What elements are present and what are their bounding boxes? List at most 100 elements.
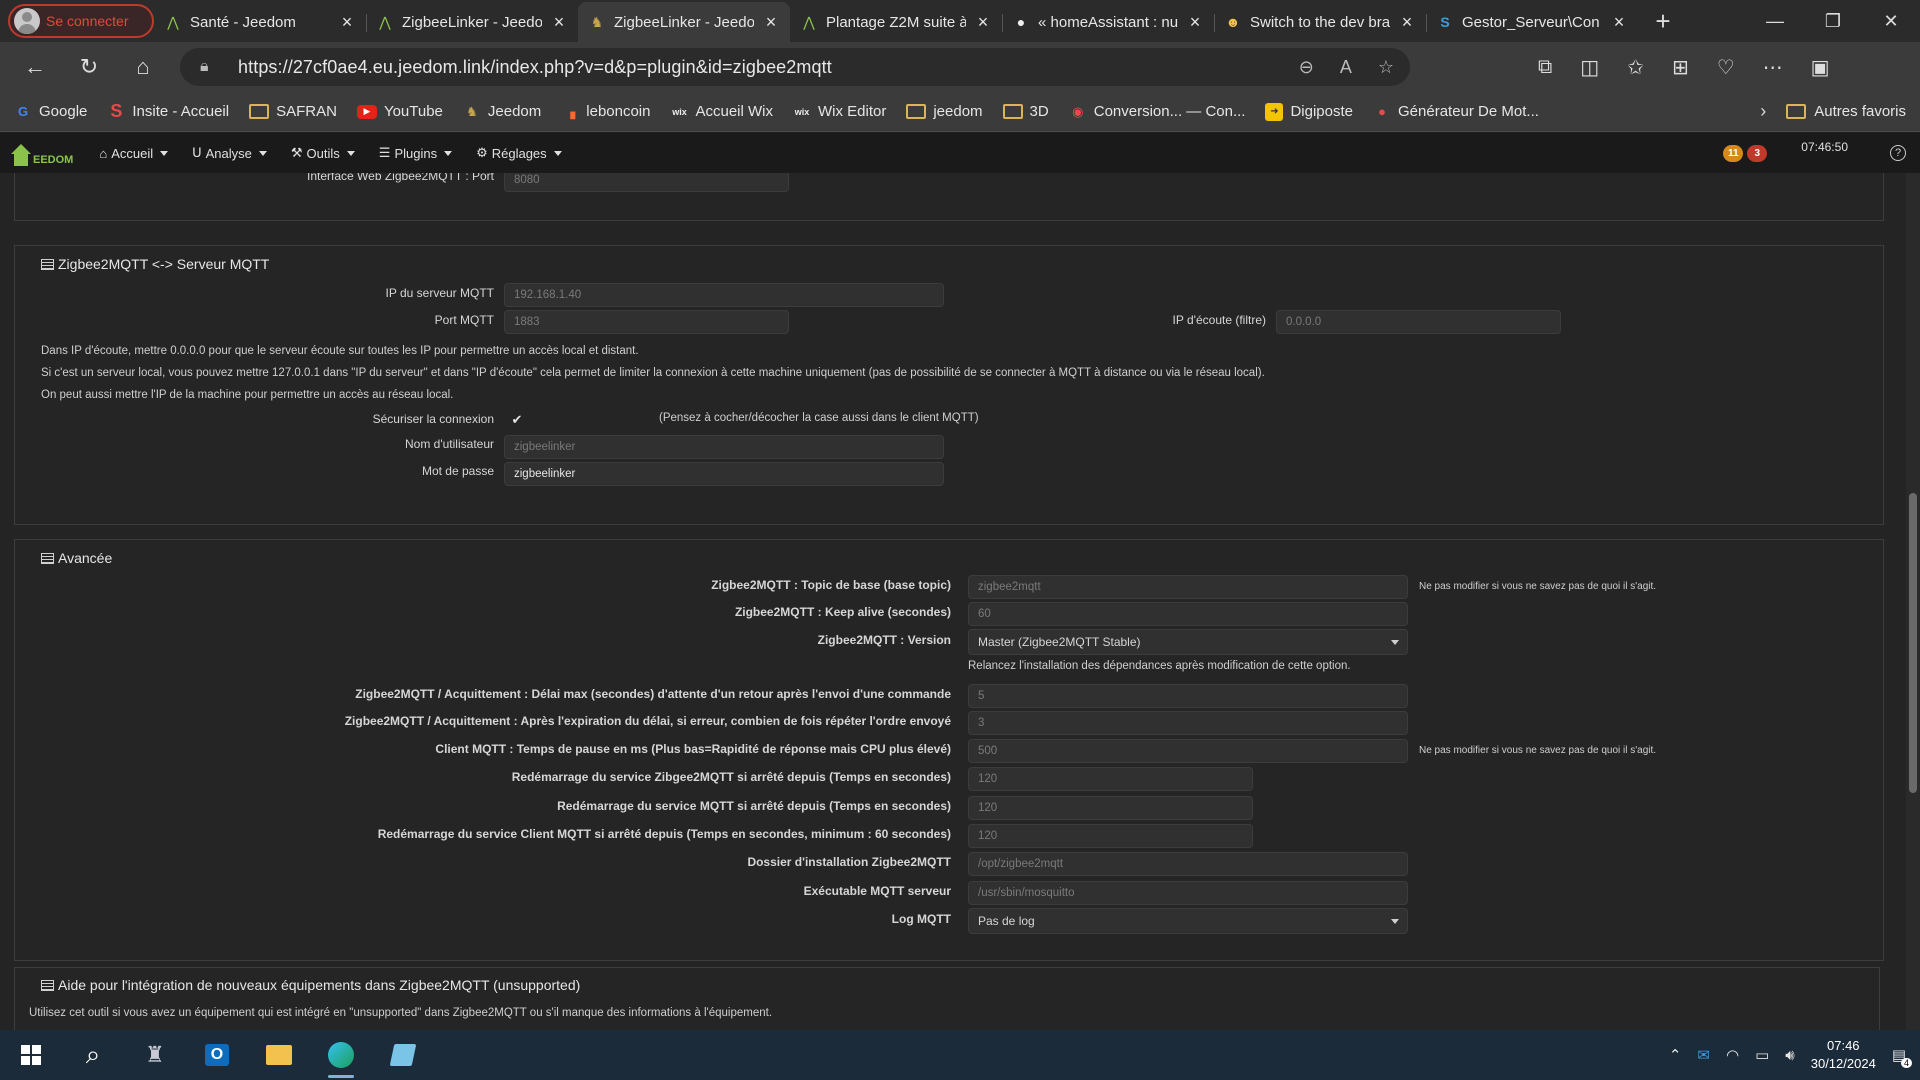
mqtt-port-input[interactable]: 1883 — [504, 310, 789, 334]
address-bar[interactable]: 🔒︎ https://27cf0ae4.eu.jeedom.link/index… — [180, 48, 1410, 86]
search-icon[interactable]: ⌕ — [62, 1030, 124, 1080]
mqtt-ip-input[interactable]: 192.168.1.40 — [504, 283, 944, 307]
menu-reglages[interactable]: ⚙ Réglages — [464, 145, 574, 161]
bookmark-wix-editor[interactable]: wix Wix Editor — [793, 103, 887, 121]
performance-icon[interactable]: ♡ — [1717, 55, 1735, 80]
url-text[interactable]: https://27cf0ae4.eu.jeedom.link/index.ph… — [238, 57, 832, 78]
bookmark-digiposte[interactable]: ➜ Digiposte — [1265, 102, 1353, 121]
home-icon[interactable]: ⌂ — [116, 54, 170, 80]
pause-input[interactable]: 500 — [968, 739, 1408, 763]
extensions-icon[interactable]: ⧉ — [1538, 56, 1552, 79]
tab-sante-jeedom[interactable]: ⋀ Santé - Jeedom × — [154, 2, 366, 42]
outlook-icon[interactable]: O — [186, 1030, 248, 1080]
close-icon[interactable]: × — [762, 12, 780, 33]
version-select[interactable]: Master (Zigbee2MQTT Stable) — [968, 629, 1408, 655]
mqtt-exec-input[interactable]: /usr/sbin/mosquitto — [968, 881, 1408, 905]
restore-icon[interactable]: ❐ — [1804, 11, 1862, 32]
bookmark-3d[interactable]: 3D — [1002, 103, 1049, 120]
start-button[interactable] — [0, 1030, 62, 1080]
restart-mqtt-input[interactable]: 120 — [968, 796, 1253, 820]
web-port-input[interactable]: 8080 — [504, 173, 789, 192]
file-explorer-icon[interactable] — [248, 1030, 310, 1080]
taskbar-clock[interactable]: 07:46 30/12/2024 — [1811, 1037, 1876, 1073]
battery-icon[interactable]: ▭ — [1755, 1046, 1769, 1064]
menu-outils[interactable]: ⚒ Outils — [279, 145, 367, 161]
help-icon[interactable]: ? — [1890, 145, 1906, 161]
notification-icon[interactable]: ▤ 4 — [1892, 1046, 1912, 1068]
split-screen-icon[interactable]: ◫ — [1580, 55, 1599, 80]
bookmark-jeedom-folder[interactable]: jeedom — [906, 103, 983, 120]
reload-icon[interactable]: ↻ — [62, 54, 116, 80]
chevron-up-icon[interactable]: ⌃ — [1669, 1046, 1682, 1064]
other-bookmarks[interactable]: Autres favoris — [1786, 103, 1906, 120]
zoom-icon[interactable]: ⊖ — [1299, 57, 1314, 78]
chevron-right-icon[interactable]: › — [1760, 101, 1766, 122]
bookmark-accueil-wix[interactable]: wix Accueil Wix — [670, 103, 773, 121]
close-icon[interactable]: × — [1186, 12, 1204, 33]
install-dir-input[interactable]: /opt/zigbee2mqtt — [968, 852, 1408, 876]
caret-down-icon — [258, 150, 267, 156]
restart-z2m-input[interactable]: 120 — [968, 767, 1253, 791]
profile-button[interactable]: Se connecter — [8, 4, 154, 38]
bookmark-leboncoin[interactable]: ▗ leboncoin — [561, 103, 650, 121]
bookmark-safran[interactable]: SAFRAN — [249, 103, 337, 120]
back-icon[interactable]: ← — [8, 54, 62, 80]
app-icon-blue[interactable] — [372, 1030, 434, 1080]
password-input[interactable]: zigbeelinker — [504, 462, 944, 486]
alerts-badge[interactable]: 3 — [1747, 144, 1768, 162]
username-input[interactable]: zigbeelinker — [504, 435, 944, 459]
close-icon[interactable]: × — [338, 12, 356, 33]
secure-connection-checkbox[interactable]: ✔ — [510, 413, 524, 427]
minimize-icon[interactable]: — — [1746, 11, 1804, 32]
listen-ip-input[interactable]: 0.0.0.0 — [1276, 310, 1561, 334]
lock-icon[interactable]: 🔒︎ — [200, 58, 226, 76]
read-aloud-icon[interactable]: A — [1340, 57, 1352, 78]
close-window-icon[interactable]: ✕ — [1862, 11, 1920, 32]
tab-switch-dev[interactable]: ☻ Switch to the dev bra × — [1214, 2, 1426, 42]
avatar — [14, 8, 40, 34]
sidebar-icon[interactable]: ▣ — [1811, 55, 1830, 80]
bookmark-generateur[interactable]: ● Générateur De Mot... — [1373, 103, 1539, 121]
folder-icon — [906, 104, 927, 119]
favorites-icon[interactable]: ✩ — [1627, 55, 1644, 80]
collections-icon[interactable]: ⊞ — [1672, 55, 1689, 80]
jeedom-logo[interactable]: EEDOM — [10, 138, 73, 168]
wifi-icon[interactable]: ◠ — [1726, 1046, 1739, 1064]
messages-badge[interactable]: 11 — [1723, 144, 1744, 162]
bookmark-google[interactable]: G Google — [14, 103, 87, 121]
bookmark-jeedom[interactable]: ♞ Jeedom — [463, 103, 541, 121]
ack-delay-input[interactable]: 5 — [968, 684, 1408, 708]
menu-analyse[interactable]: ᑌ Analyse — [180, 145, 279, 161]
bookmark-conversion[interactable]: ◉ Conversion... — Con... — [1069, 103, 1245, 121]
ack-repeat-input[interactable]: 3 — [968, 711, 1408, 735]
new-tab-button[interactable]: + — [1642, 6, 1684, 37]
close-icon[interactable]: × — [1398, 12, 1416, 33]
bookmark-youtube[interactable]: ▶ YouTube — [356, 103, 443, 120]
volume-icon[interactable]: 🔊︎ — [1785, 1047, 1794, 1064]
scrollbar-thumb[interactable] — [1909, 493, 1917, 793]
close-icon[interactable]: × — [550, 12, 568, 33]
menu-accueil[interactable]: ⌂ Accueil — [87, 145, 180, 161]
base-topic-input[interactable]: zigbee2mqtt — [968, 575, 1408, 599]
tab-zigbeelinker-active[interactable]: ♞ ZigbeeLinker - Jeedom × — [578, 2, 790, 42]
more-icon[interactable]: ⋯ — [1763, 55, 1783, 80]
tab-homeassistant[interactable]: ● « homeAssistant : nu × — [1002, 2, 1214, 42]
menu-plugins[interactable]: ☰ Plugins — [367, 145, 464, 161]
favorite-star-icon[interactable]: ☆ — [1378, 57, 1394, 78]
close-icon[interactable]: × — [1610, 12, 1628, 33]
bookmark-insite[interactable]: S Insite - Accueil — [107, 101, 229, 121]
close-icon[interactable]: × — [974, 12, 992, 33]
folder-icon — [249, 104, 270, 119]
tab-zigbeelinker-1[interactable]: ⋀ ZigbeeLinker - Jeedom × — [366, 2, 578, 42]
log-mqtt-select[interactable]: Pas de log — [968, 908, 1408, 934]
restart-client-label: Redémarrage du service Client MQTT si ar… — [377, 827, 951, 841]
tab-plantage-z2m[interactable]: ⋀ Plantage Z2M suite à × — [790, 2, 1002, 42]
restart-z2m-label: Redémarrage du service Zibgee2MQTT si ar… — [511, 770, 951, 784]
edge-icon[interactable] — [310, 1030, 372, 1080]
tab-gestor-serveur[interactable]: S Gestor_Serveur\Con × — [1426, 2, 1638, 42]
keepalive-input[interactable]: 60 — [968, 602, 1408, 626]
app-icon-robot[interactable]: ♜ — [124, 1030, 186, 1080]
page-scrollbar[interactable] — [1906, 173, 1920, 1030]
outlook-tray-icon[interactable]: ✉ — [1697, 1046, 1710, 1064]
restart-client-input[interactable]: 120 — [968, 824, 1253, 848]
